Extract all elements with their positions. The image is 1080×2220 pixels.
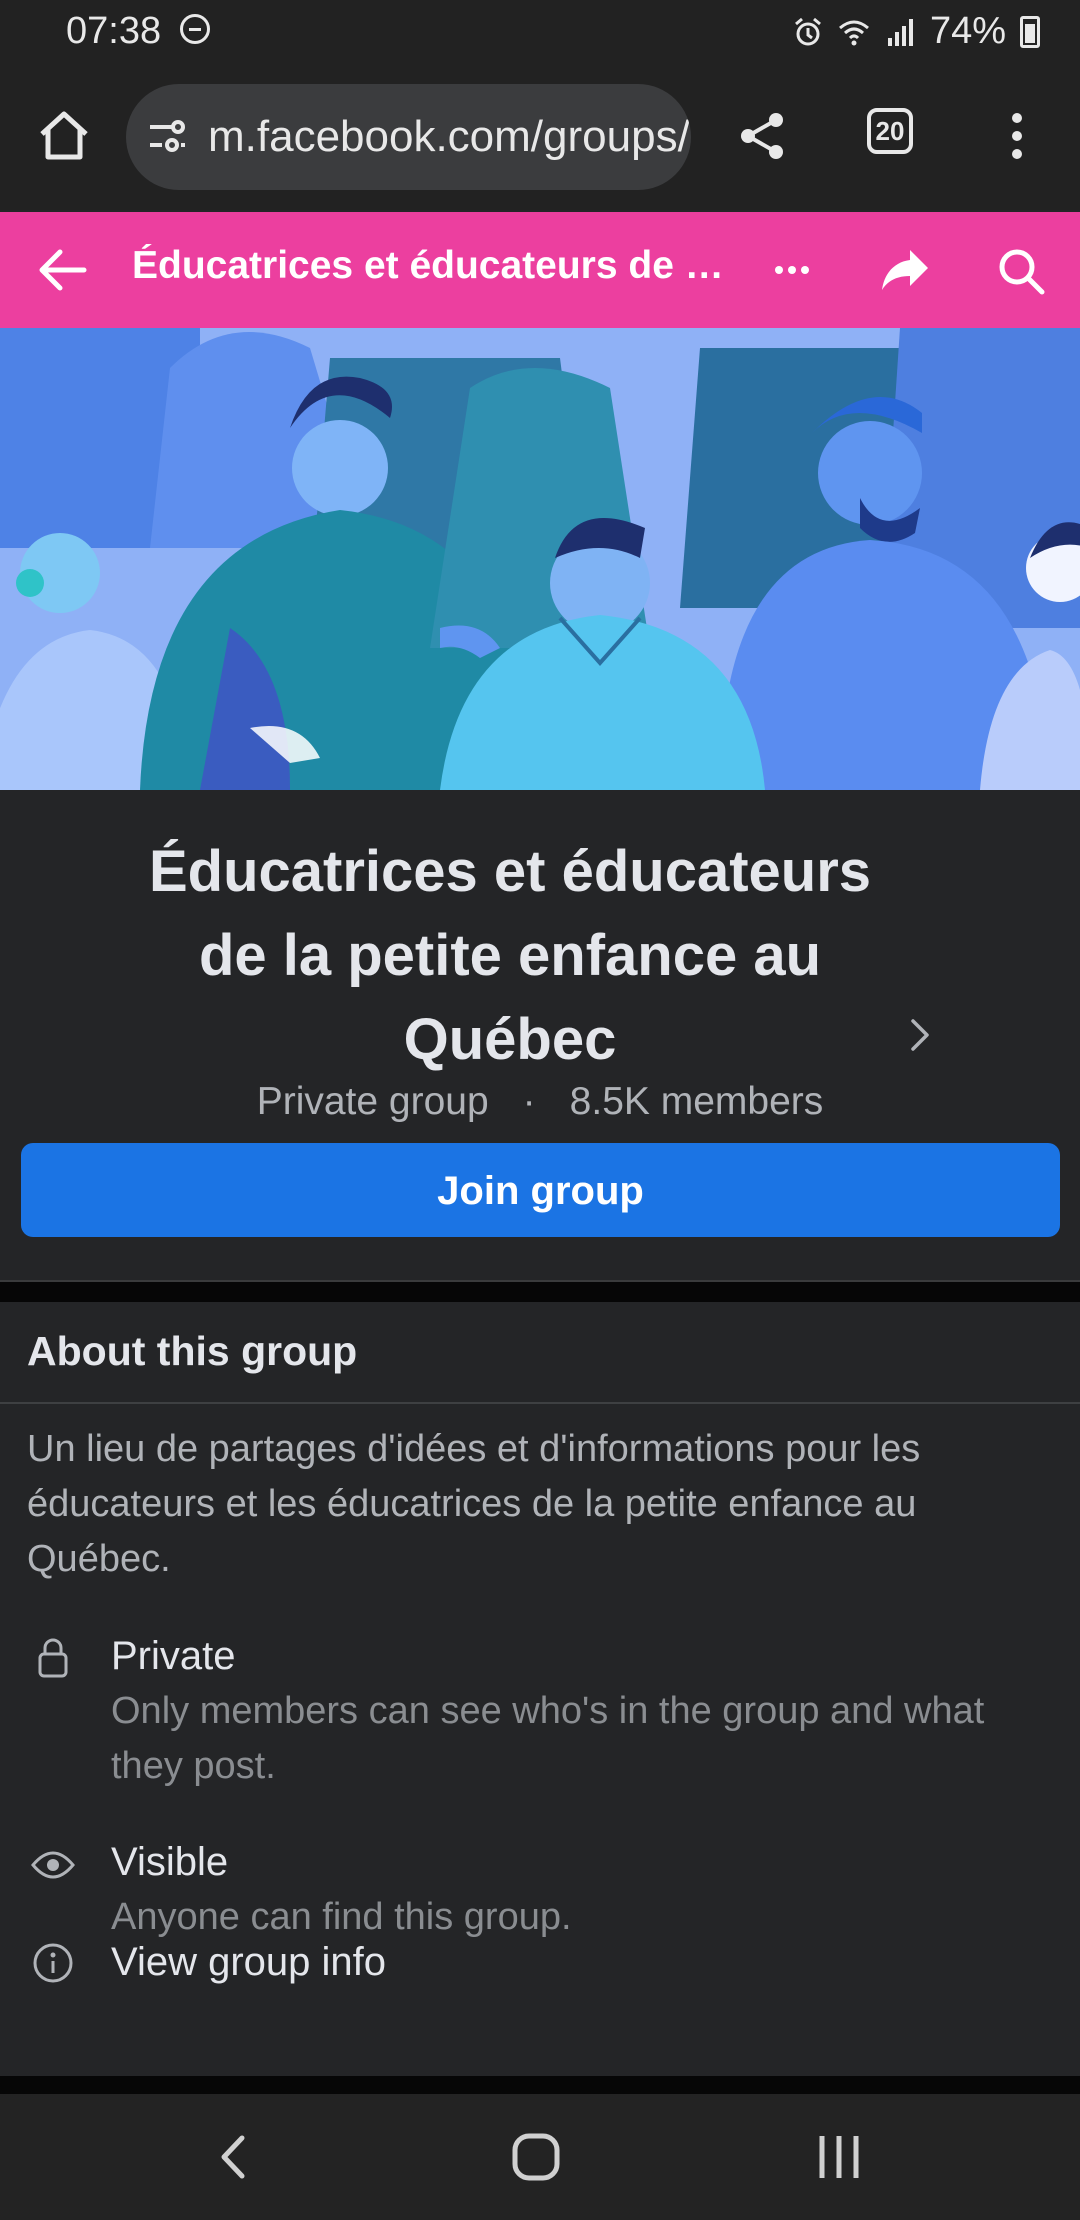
people-illustration <box>0 328 1080 790</box>
search-icon[interactable] <box>996 246 1046 296</box>
visibility-subtitle: Anyone can find this group. <box>111 1896 572 1938</box>
group-description: Un lieu de partages d'idées et d'informa… <box>27 1428 921 1580</box>
wifi-icon <box>838 20 869 45</box>
recents-nav-icon[interactable] <box>806 2124 872 2190</box>
visibility-title: Visible <box>111 1840 229 1884</box>
section-divider <box>0 1280 1080 1304</box>
meta-separator: · <box>522 1080 536 1123</box>
share-icon[interactable] <box>736 110 788 162</box>
group-header-title[interactable]: Éducatrices et éducateurs de la petite e… <box>132 244 727 288</box>
about-heading: About this group <box>27 1328 358 1374</box>
group-info-section: Éducatrices et éducateurs de la petite e… <box>0 790 1080 1280</box>
status-time: 07:38 <box>66 10 162 52</box>
home-icon[interactable] <box>36 108 92 164</box>
privacy-label: Private group <box>256 1080 489 1123</box>
do-not-disturb-icon <box>180 14 210 44</box>
status-icons: 74% <box>792 10 1040 53</box>
join-group-button[interactable]: Join group <box>21 1143 1060 1237</box>
battery-percent: 74% <box>929 10 1006 52</box>
cover-photo[interactable] <box>0 328 1080 790</box>
member-count[interactable]: 8.5K members <box>570 1080 824 1123</box>
share-icon[interactable] <box>880 248 930 292</box>
more-icon[interactable] <box>774 262 810 278</box>
system-nav-bar <box>0 2094 1080 2220</box>
chevron-right-icon[interactable] <box>905 1015 935 1055</box>
group-name[interactable]: Éducatrices et éducateurs de la petite e… <box>110 830 910 1082</box>
battery-icon <box>1020 15 1040 48</box>
privacy-subtitle: Only members can see who's in the group … <box>111 1690 985 1787</box>
eye-icon <box>31 1851 75 1879</box>
more-icon[interactable] <box>1000 110 1034 162</box>
group-header-bar: Éducatrices et éducateurs de la petite e… <box>0 212 1080 328</box>
tabs-icon[interactable]: 20 <box>867 108 913 154</box>
signal-icon <box>887 18 913 46</box>
privacy-title: Private <box>111 1634 236 1678</box>
divider <box>0 1402 1080 1404</box>
group-meta: Private group · 8.5K members <box>0 1080 1080 1124</box>
info-icon <box>33 1943 73 1983</box>
url-bar[interactable]: m.facebook.com/groups/ <box>126 84 691 190</box>
about-section: About this group Un lieu de partages d'i… <box>0 1302 1080 2076</box>
lock-icon <box>38 1638 68 1678</box>
section-divider <box>0 2076 1080 2094</box>
home-nav-icon[interactable] <box>503 2124 569 2190</box>
view-group-info-label[interactable]: View group info <box>111 1940 386 1985</box>
back-arrow-icon[interactable] <box>38 248 88 292</box>
alarm-icon <box>794 17 821 45</box>
browser-toolbar: m.facebook.com/groups/ 20 <box>0 66 1080 210</box>
site-info-icon[interactable] <box>146 117 188 157</box>
back-nav-icon[interactable] <box>202 2124 268 2190</box>
status-bar: 07:38 74% <box>0 0 1080 66</box>
url-text[interactable]: m.facebook.com/groups/ <box>208 112 690 162</box>
